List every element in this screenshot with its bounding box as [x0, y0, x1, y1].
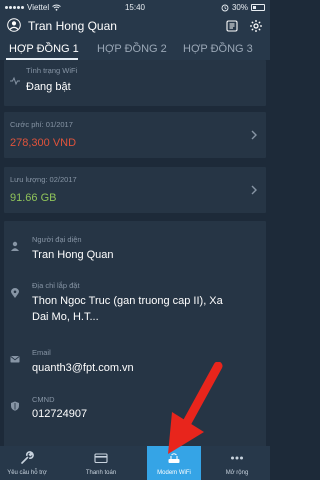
representative-value: Tran Hong Quan	[32, 249, 114, 261]
contract-tabs: HỢP ĐỒNG 1 HỢP ĐỒNG 2 HỢP ĐỒNG 3	[0, 40, 270, 60]
location-pin-icon	[11, 288, 19, 298]
representative-label: Người đại diện	[32, 235, 82, 244]
settings-icon[interactable]	[249, 19, 263, 33]
fee-label: Cước phí: 01/2017	[10, 120, 73, 129]
wifi-status-card: Tình trạng WiFi Đang bật	[4, 60, 266, 106]
usage-value: 91.66 GB	[10, 192, 57, 204]
battery-icon	[251, 4, 265, 11]
tab-contract-3[interactable]: HỢP ĐỒNG 3	[183, 43, 253, 55]
nav-support-request[interactable]: Yêu cầu hỗ trợ	[0, 446, 54, 480]
notification-icon[interactable]	[225, 19, 239, 33]
nav-modem-label: Modem WiFi	[157, 470, 191, 476]
nav-support-label: Yêu cầu hỗ trợ	[7, 470, 47, 476]
address-value-line-1: Thon Ngoc Truc (gan truong cap II), Xa	[32, 295, 223, 307]
chevron-right-icon	[251, 185, 257, 195]
status-bar: Viettel 15:40 30%	[0, 0, 270, 14]
usage-label: Lưu lượng: 02/2017	[10, 175, 77, 184]
wifi-status-label: Tình trạng WiFi	[26, 66, 78, 75]
email-value: quanth3@fpt.com.vn	[32, 362, 134, 374]
tab-contract-2[interactable]: HỢP ĐỒNG 2	[97, 43, 167, 55]
person-icon	[11, 241, 19, 251]
wifi-status-value: Đang bật	[26, 81, 71, 93]
address-label: Địa chỉ lắp đặt	[32, 281, 80, 290]
battery-percent: 30%	[231, 3, 248, 12]
address-value-line-2: Dai Mo, H.T...	[32, 311, 99, 323]
nav-payment[interactable]: Thanh toán	[74, 446, 128, 480]
annotation-arrow	[168, 362, 223, 454]
usage-card[interactable]: Lưu lượng: 02/2017 91.66 GB	[4, 167, 266, 213]
id-number-label: CMND	[32, 395, 55, 404]
page-title: Tran Hong Quan	[28, 19, 117, 33]
pulse-icon	[10, 76, 20, 86]
chevron-right-icon	[251, 130, 257, 140]
tab-contract-1[interactable]: HỢP ĐỒNG 1	[9, 43, 79, 55]
nav-payment-label: Thanh toán	[85, 470, 117, 476]
app-header: Tran Hong Quan	[0, 14, 270, 40]
nav-more-label: Mở rộng	[225, 470, 249, 476]
wrench-icon	[21, 451, 34, 464]
fee-value: 278,300 VND	[10, 137, 77, 149]
alarm-icon	[221, 4, 229, 11]
email-label: Email	[32, 348, 51, 357]
id-number-value: 012724907	[32, 408, 88, 420]
user-avatar-icon[interactable]	[7, 18, 21, 32]
fee-card[interactable]: Cước phí: 01/2017 278,300 VND	[4, 112, 266, 158]
mail-icon	[10, 356, 20, 363]
credit-card-icon	[94, 453, 108, 464]
shield-icon	[11, 401, 19, 411]
